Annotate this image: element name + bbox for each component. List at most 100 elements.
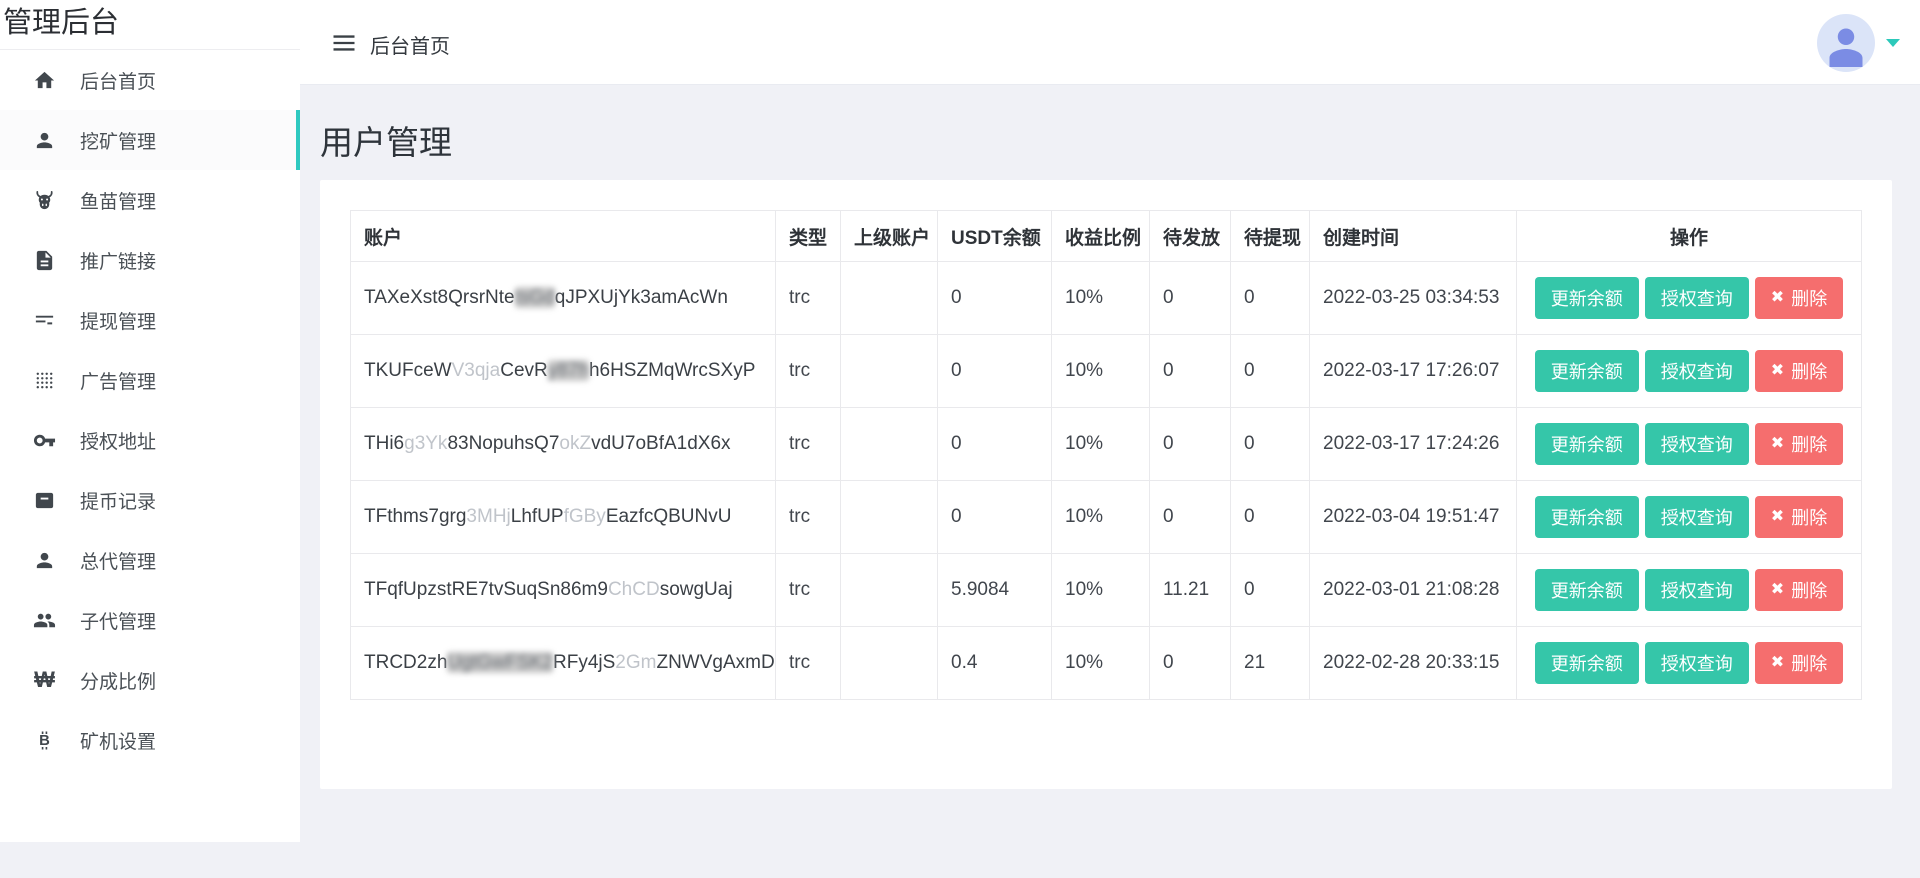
pending-release-cell: 0 xyxy=(1150,335,1231,408)
delete-button[interactable]: ✖删除 xyxy=(1755,496,1843,538)
main-content: 用户管理 账户类型上级账户USDT余额收益比例待发放待提现创建时间操作 TAXe… xyxy=(300,85,1920,878)
table-row: TFqfUpzstRE7tvSuqSn86m9ChCDsowgUajtrc5.9… xyxy=(351,554,1862,627)
parent-account-cell xyxy=(841,335,938,408)
sidebar-item-label: 后台首页 xyxy=(80,67,156,94)
pending-withdraw-cell: 0 xyxy=(1231,335,1310,408)
sidebar-item-label: 挖矿管理 xyxy=(80,127,156,154)
update-balance-button[interactable]: 更新余额 xyxy=(1535,642,1639,684)
profit-ratio-cell: 10% xyxy=(1052,481,1150,554)
person-icon xyxy=(1824,21,1868,69)
auth-query-button[interactable]: 授权查询 xyxy=(1645,277,1749,319)
usdt-balance-cell: 0 xyxy=(938,335,1052,408)
sidebar-item[interactable]: ₩分成比例 xyxy=(0,650,300,710)
usdt-balance-cell: 0 xyxy=(938,481,1052,554)
delete-button[interactable]: ✖删除 xyxy=(1755,350,1843,392)
delete-button[interactable]: ✖删除 xyxy=(1755,277,1843,319)
x-delete-icon: ✖ xyxy=(1771,436,1784,452)
column-header: 收益比例 xyxy=(1052,211,1150,262)
usdt-balance-cell: 0 xyxy=(938,408,1052,481)
sidebar-item[interactable]: 提币记录 xyxy=(0,470,300,530)
created-time-cell: 2022-03-04 19:51:47 xyxy=(1310,481,1517,554)
bull-icon xyxy=(32,188,57,213)
x-delete-icon: ✖ xyxy=(1771,290,1784,306)
table-row: TFthms7grg3MHjLhfUPfGByEazfcQBUNvUtrc010… xyxy=(351,481,1862,554)
parent-account-cell xyxy=(841,262,938,335)
sidebar-menu: 后台首页挖矿管理鱼苗管理推广链接提现管理广告管理授权地址提币记录总代管理子代管理… xyxy=(0,50,300,770)
top-header-bar: 后台首页 xyxy=(300,0,1920,85)
column-header: USDT余额 xyxy=(938,211,1052,262)
column-header: 类型 xyxy=(776,211,841,262)
sidebar-item[interactable]: 提现管理 xyxy=(0,290,300,350)
key-icon xyxy=(32,428,57,453)
column-header: 操作 xyxy=(1517,211,1862,262)
sidebar-item[interactable]: 广告管理 xyxy=(0,350,300,410)
pending-release-cell: 0 xyxy=(1150,481,1231,554)
auth-query-button[interactable]: 授权查询 xyxy=(1645,496,1749,538)
column-header: 账户 xyxy=(351,211,776,262)
created-time-cell: 2022-03-01 21:08:28 xyxy=(1310,554,1517,627)
person-icon xyxy=(32,548,57,573)
pending-withdraw-cell: 0 xyxy=(1231,408,1310,481)
x-delete-icon: ✖ xyxy=(1771,509,1784,525)
update-balance-button[interactable]: 更新余额 xyxy=(1535,350,1639,392)
sidebar-item-label: 矿机设置 xyxy=(80,727,156,754)
people-icon xyxy=(32,608,57,633)
table-row: TKUFceWV3qjaCevRy87hh6HSZMqWrcSXyPtrc010… xyxy=(351,335,1862,408)
created-time-cell: 2022-03-17 17:26:07 xyxy=(1310,335,1517,408)
profit-ratio-cell: 10% xyxy=(1052,335,1150,408)
x-delete-icon: ✖ xyxy=(1771,363,1784,379)
hamburger-menu-icon[interactable] xyxy=(330,29,358,57)
sidebar-item[interactable]: 后台首页 xyxy=(0,50,300,110)
column-header: 创建时间 xyxy=(1310,211,1517,262)
sidebar-item-label: 授权地址 xyxy=(80,427,156,454)
sidebar-item[interactable]: 总代管理 xyxy=(0,530,300,590)
document-icon xyxy=(32,248,57,273)
user-table: 账户类型上级账户USDT余额收益比例待发放待提现创建时间操作 TAXeXst8Q… xyxy=(350,210,1862,700)
account-cell: THi6g3Yk83NopuhsQ7okZvdU7oBfA1dX6x xyxy=(351,408,776,481)
type-cell: trc xyxy=(776,554,841,627)
breadcrumb[interactable]: 后台首页 xyxy=(370,30,450,59)
delete-button[interactable]: ✖删除 xyxy=(1755,642,1843,684)
actions-cell: 更新余额授权查询✖删除 xyxy=(1517,554,1862,627)
sidebar-item-label: 推广链接 xyxy=(80,247,156,274)
sidebar-item-label: 提币记录 xyxy=(80,487,156,514)
actions-cell: 更新余额授权查询✖删除 xyxy=(1517,481,1862,554)
sidebar-item[interactable]: 鱼苗管理 xyxy=(0,170,300,230)
pending-release-cell: 11.21 xyxy=(1150,554,1231,627)
delete-button[interactable]: ✖删除 xyxy=(1755,423,1843,465)
sidebar-item[interactable]: B矿机设置 xyxy=(0,710,300,770)
sidebar-item-label: 总代管理 xyxy=(80,547,156,574)
sidebar-item-label: 鱼苗管理 xyxy=(80,187,156,214)
auth-query-button[interactable]: 授权查询 xyxy=(1645,423,1749,465)
update-balance-button[interactable]: 更新余额 xyxy=(1535,496,1639,538)
update-balance-button[interactable]: 更新余额 xyxy=(1535,277,1639,319)
account-cell: TFqfUpzstRE7tvSuqSn86m9ChCDsowgUaj xyxy=(351,554,776,627)
auth-query-button[interactable]: 授权查询 xyxy=(1645,642,1749,684)
parent-account-cell xyxy=(841,554,938,627)
sidebar-item-label: 子代管理 xyxy=(80,607,156,634)
sidebar-item[interactable]: 授权地址 xyxy=(0,410,300,470)
type-cell: trc xyxy=(776,408,841,481)
pending-withdraw-cell: 0 xyxy=(1231,262,1310,335)
actions-cell: 更新余额授权查询✖删除 xyxy=(1517,627,1862,700)
sidebar-item[interactable]: 子代管理 xyxy=(0,590,300,650)
app-brand: 管理后台 xyxy=(0,0,300,50)
sidebar-item[interactable]: 挖矿管理 xyxy=(0,110,300,170)
type-cell: trc xyxy=(776,481,841,554)
x-delete-icon: ✖ xyxy=(1771,655,1784,671)
auth-query-button[interactable]: 授权查询 xyxy=(1645,350,1749,392)
sidebar-item[interactable]: 推广链接 xyxy=(0,230,300,290)
update-balance-button[interactable]: 更新余额 xyxy=(1535,569,1639,611)
update-balance-button[interactable]: 更新余额 xyxy=(1535,423,1639,465)
profit-ratio-cell: 10% xyxy=(1052,627,1150,700)
chevron-down-icon[interactable] xyxy=(1886,39,1900,47)
account-cell: TKUFceWV3qjaCevRy87hh6HSZMqWrcSXyP xyxy=(351,335,776,408)
user-avatar[interactable] xyxy=(1817,14,1875,72)
home-icon xyxy=(32,68,57,93)
delete-button[interactable]: ✖删除 xyxy=(1755,569,1843,611)
column-header: 待发放 xyxy=(1150,211,1231,262)
user-table-card: 账户类型上级账户USDT余额收益比例待发放待提现创建时间操作 TAXeXst8Q… xyxy=(320,180,1892,789)
pending-withdraw-cell: 0 xyxy=(1231,554,1310,627)
table-row: THi6g3Yk83NopuhsQ7okZvdU7oBfA1dX6xtrc010… xyxy=(351,408,1862,481)
auth-query-button[interactable]: 授权查询 xyxy=(1645,569,1749,611)
